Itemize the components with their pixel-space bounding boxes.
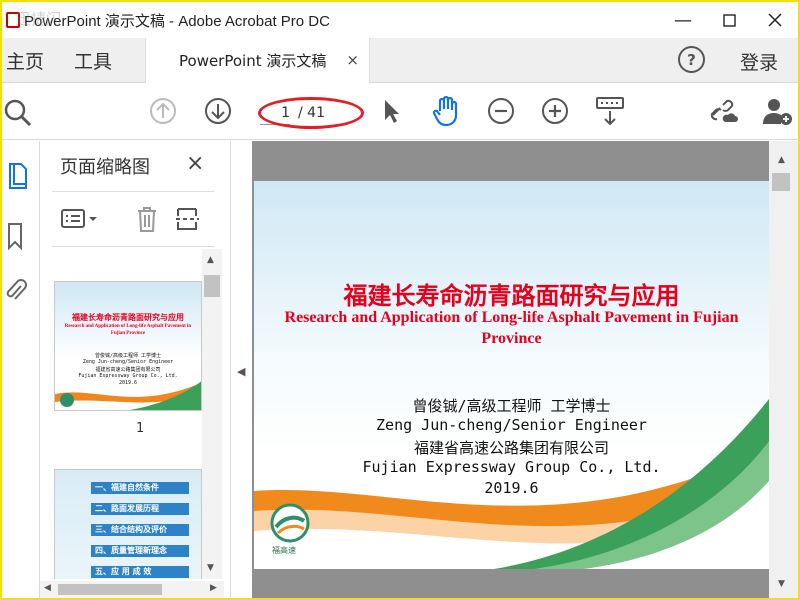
panel-scroll-thumb[interactable] <box>204 275 220 297</box>
hand-tool-icon[interactable] <box>429 94 463 128</box>
tab-home[interactable]: 主页 <box>6 38 44 83</box>
scroll-right-icon[interactable]: ▶ <box>210 583 217 593</box>
thumbnail-options-icon[interactable] <box>60 206 100 232</box>
thumbnails-panel: 页面缩略图 × 福建长寿命沥青路面研究与应用 Research and Appl… <box>40 141 230 598</box>
slide-author-en: Zeng Jun-cheng/Senior Engineer <box>376 416 647 434</box>
zoom-out-icon[interactable] <box>486 96 516 126</box>
maximize-icon[interactable] <box>706 2 752 38</box>
select-arrow-icon[interactable] <box>378 96 404 126</box>
tab-document[interactable]: PowerPoint 演示文稿 × <box>145 38 370 83</box>
viewer-vertical-scrollbar[interactable]: ▲ ▼ <box>769 141 798 598</box>
thumb1-author-2: Zeng Jun-cheng/Senior Engineer <box>82 359 174 365</box>
page-thumbnail-1-number: 1 <box>136 421 145 436</box>
zoom-search-icon[interactable] <box>2 96 34 128</box>
collapse-arrow-icon[interactable]: ◀ <box>237 365 245 378</box>
page-thumbnail-1[interactable]: 福建长寿命沥青路面研究与应用 Research and Application … <box>54 281 202 411</box>
thumb2-item-3: 三、结合结构及评价 <box>91 524 189 536</box>
page-up-icon[interactable] <box>148 96 178 126</box>
slide-org-cn: 福建省高速公路集团有限公司 <box>413 439 609 457</box>
panel-vertical-scrollbar[interactable]: ▲ ▼ <box>202 249 222 579</box>
panel-horizontal-scrollbar[interactable]: ◀ ▶ <box>40 581 224 598</box>
help-icon[interactable]: ? <box>678 46 705 73</box>
slide-org-en: Fujian Expressway Group Co., Ltd. <box>362 458 661 476</box>
window-controls: — <box>660 2 798 38</box>
viewer-scroll-thumb[interactable] <box>772 173 790 191</box>
window-title: PowerPoint 演示文稿 - Adobe Acrobat Pro DC <box>24 12 330 30</box>
minimize-icon[interactable]: — <box>660 2 706 38</box>
tab-document-label: PowerPoint 演示文稿 <box>179 52 327 70</box>
scroll-up-icon[interactable]: ▲ <box>207 255 214 265</box>
delete-icon[interactable] <box>134 204 160 234</box>
slide-author-cn: 曾俊铖/高级工程师 工学博士 <box>412 397 611 415</box>
page-thumbnails-icon[interactable] <box>6 161 30 191</box>
keyboard-scroll-icon[interactable] <box>594 94 626 128</box>
bookmark-icon[interactable] <box>4 221 26 251</box>
scroll-left-icon[interactable]: ◀ <box>44 583 51 593</box>
page-down-icon[interactable] <box>203 96 233 126</box>
thumb1-title-en-1: Research and Application of Long-life As… <box>64 324 192 329</box>
slide-logo-text: 福高速 <box>272 546 296 555</box>
window-titlebar: PowerPoint 演示文稿 - Adobe Acrobat Pro DC — <box>2 2 798 38</box>
thumb2-item-4: 四、质量管理新理念 <box>91 545 189 557</box>
attachment-icon[interactable] <box>4 275 28 305</box>
thumb2-item-5: 五、应 用 成 效 <box>91 566 189 578</box>
slide-background-graphic <box>254 399 769 569</box>
main-toolbar <box>2 84 798 140</box>
thumb2-item-2: 二、路面发展历程 <box>91 503 189 515</box>
panel-toolbar <box>52 191 214 247</box>
scroll-down-icon[interactable]: ▼ <box>207 563 214 573</box>
add-user-icon[interactable] <box>760 96 794 128</box>
thumb1-swoosh-graphic <box>55 381 201 410</box>
viewer-scroll-up-icon[interactable]: ▲ <box>778 155 785 165</box>
viewer-scroll-down-icon[interactable]: ▼ <box>778 579 785 589</box>
share-link-icon[interactable] <box>706 96 740 128</box>
highlight-ellipse <box>258 97 364 129</box>
slide-title-cn: 福建长寿命沥青路面研究与应用 <box>343 282 680 310</box>
page-thumbnail-2[interactable]: 一、福建自然条件 二、路面发展历程 三、结合结构及评价 四、质量管理新理念 五、… <box>54 469 202 579</box>
thumb1-title-en-2: Fujian Province <box>110 331 146 336</box>
thumb2-item-1: 一、福建自然条件 <box>91 482 189 494</box>
thumbnail-list: 福建长寿命沥青路面研究与应用 Research and Application … <box>40 249 224 579</box>
acrobat-app-icon <box>6 12 20 28</box>
extract-pages-icon[interactable] <box>174 204 200 234</box>
login-button[interactable]: 登录 <box>740 48 778 75</box>
navigation-rail <box>2 141 40 598</box>
thumb1-author-1: 曾俊铖/高级工程师 工学博士 <box>94 353 162 359</box>
panel-collapse-strip[interactable]: ◀ <box>230 141 252 598</box>
tab-close-icon[interactable]: × <box>346 51 359 69</box>
panel-close-icon[interactable]: × <box>186 151 204 176</box>
document-viewer[interactable]: 福高速 福建长寿命沥青路面研究与应用 Research and Applicat… <box>252 141 769 598</box>
zoom-in-icon[interactable] <box>540 96 570 126</box>
panel-hscroll-thumb[interactable] <box>58 584 162 595</box>
tab-tools[interactable]: 工具 <box>74 38 112 83</box>
slide-date: 2019.6 <box>484 479 539 497</box>
tab-bar: 主页 工具 PowerPoint 演示文稿 × ? 登录 <box>2 38 798 83</box>
close-icon[interactable] <box>752 2 798 38</box>
slide-page: 福高速 福建长寿命沥青路面研究与应用 Research and Applicat… <box>254 181 769 569</box>
slide-title-en: Research and Application of Long-life As… <box>284 309 739 347</box>
thumb1-title-cn: 福建长寿命沥青路面研究与应用 <box>72 313 184 322</box>
panel-title: 页面缩略图 <box>60 157 150 178</box>
